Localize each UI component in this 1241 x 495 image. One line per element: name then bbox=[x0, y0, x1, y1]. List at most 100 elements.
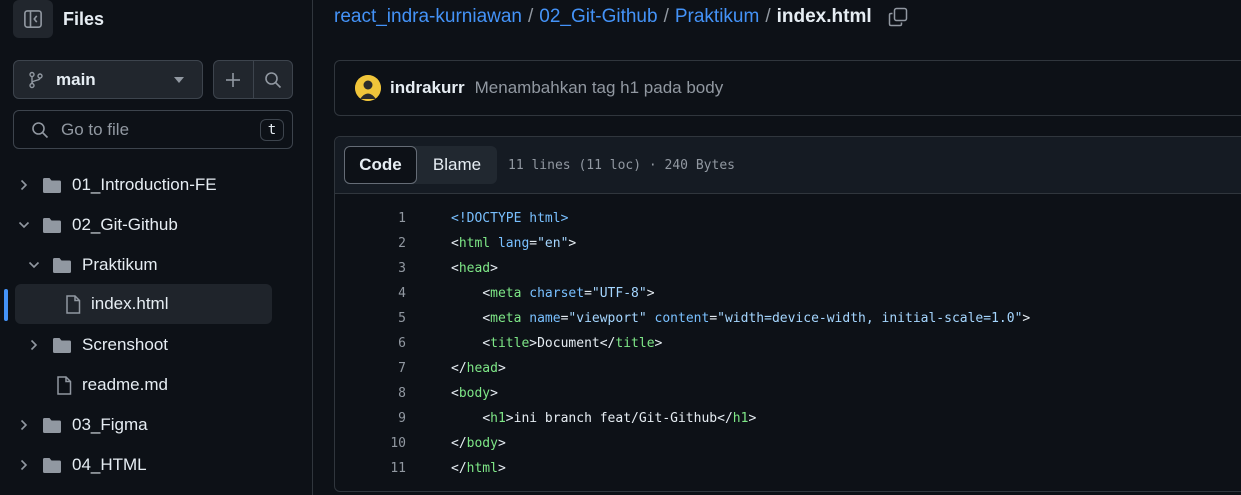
line-source: <head> bbox=[451, 261, 498, 276]
tree-item-label: 01_Introduction-FE bbox=[72, 175, 217, 194]
folder-icon bbox=[42, 177, 62, 194]
line-number[interactable]: 1 bbox=[335, 211, 406, 226]
tree-item-label: Screnshoot bbox=[82, 335, 168, 354]
search-code-button[interactable] bbox=[252, 61, 293, 98]
caret-down-icon bbox=[174, 76, 184, 83]
tree-item-label: readme.md bbox=[82, 375, 168, 394]
tab-blame[interactable]: Blame bbox=[417, 146, 497, 184]
breadcrumb-repo-link[interactable]: react_indra-kurniawan bbox=[334, 6, 522, 28]
user-avatar-icon bbox=[355, 75, 381, 101]
chevron-down-icon bbox=[16, 221, 32, 229]
line-number[interactable]: 7 bbox=[335, 361, 406, 376]
code-line: 8 <body> bbox=[335, 381, 1241, 406]
tree-item-01-introduction-fe[interactable]: 01_Introduction-FE bbox=[16, 165, 271, 205]
folder-open-icon bbox=[52, 257, 72, 274]
code-line: 5 <meta name="viewport" content="width=d… bbox=[335, 306, 1241, 331]
chevron-right-icon bbox=[16, 179, 32, 191]
branch-name: main bbox=[56, 69, 96, 89]
tree-item-label: index.html bbox=[91, 294, 169, 313]
go-to-file-input[interactable]: Go to file t bbox=[13, 110, 293, 149]
line-number[interactable]: 2 bbox=[335, 236, 406, 251]
tree-item-readme-md[interactable]: readme.md bbox=[26, 365, 271, 405]
line-source: <html lang="en"> bbox=[451, 236, 577, 251]
breadcrumb-current-file: index.html bbox=[776, 6, 872, 27]
sidebar-title: Files bbox=[63, 9, 105, 29]
tree-item-label: 04_HTML bbox=[72, 455, 147, 474]
code-line: 3 <head> bbox=[335, 256, 1241, 281]
code-viewer-header: Code Blame 11 lines (11 loc) · 240 Bytes bbox=[335, 137, 1241, 194]
line-number[interactable]: 4 bbox=[335, 286, 406, 301]
plus-icon bbox=[226, 72, 241, 87]
view-mode-toggle: Code Blame bbox=[344, 146, 497, 184]
line-number[interactable]: 3 bbox=[335, 261, 406, 276]
breadcrumb-folder-link[interactable]: Praktikum bbox=[675, 6, 759, 28]
avatar[interactable] bbox=[355, 75, 381, 101]
code-lines: 1 <!DOCTYPE html> 2 <html lang="en"> 3 <head>… bbox=[335, 194, 1241, 481]
search-icon bbox=[264, 71, 281, 88]
go-to-file-placeholder: Go to file bbox=[61, 119, 130, 139]
commit-message-link[interactable]: Menambahkan tag h1 pada body bbox=[475, 78, 724, 98]
tree-item-02-git-github[interactable]: 02_Git-Github bbox=[16, 205, 271, 245]
code-line: 6 <title>Document</title> bbox=[335, 331, 1241, 356]
line-number[interactable]: 5 bbox=[335, 311, 406, 326]
line-source: </html> bbox=[451, 461, 506, 476]
breadcrumb-folder-link[interactable]: 02_Git-Github bbox=[539, 6, 657, 28]
breadcrumb: react_indra-kurniawan / 02_Git-Github / … bbox=[334, 6, 908, 28]
search-icon bbox=[32, 121, 49, 138]
commit-author-link[interactable]: indrakurr bbox=[390, 78, 465, 98]
file-icon bbox=[56, 375, 72, 395]
chevron-right-icon bbox=[16, 459, 32, 471]
line-source: <meta charset="UTF-8"> bbox=[482, 286, 655, 301]
tree-item-label: 02_Git-Github bbox=[72, 215, 178, 234]
copy-path-button[interactable] bbox=[888, 7, 908, 27]
line-source: <meta name="viewport" content="width=dev… bbox=[482, 311, 1031, 326]
tree-item-praktikum[interactable]: Praktikum bbox=[26, 245, 271, 285]
chevron-down-icon bbox=[26, 261, 42, 269]
line-source: <!DOCTYPE html> bbox=[451, 211, 569, 226]
latest-commit-box: indrakurr Menambahkan tag h1 pada body bbox=[334, 60, 1241, 116]
line-number[interactable]: 10 bbox=[335, 436, 406, 451]
code-line: 4 <meta charset="UTF-8"> bbox=[335, 281, 1241, 306]
add-file-button[interactable] bbox=[214, 61, 253, 98]
line-number[interactable]: 11 bbox=[335, 461, 406, 476]
breadcrumb-separator: / bbox=[528, 6, 534, 27]
line-source: <title>Document</title> bbox=[482, 336, 663, 351]
file-actions-group bbox=[213, 60, 293, 99]
line-number[interactable]: 6 bbox=[335, 336, 406, 351]
line-number[interactable]: 8 bbox=[335, 386, 406, 401]
line-source: </body> bbox=[451, 436, 506, 451]
file-icon bbox=[65, 294, 81, 314]
code-line: 11 </html> bbox=[335, 456, 1241, 481]
line-source: <body> bbox=[451, 386, 498, 401]
breadcrumb-separator: / bbox=[663, 6, 669, 27]
collapse-sidebar-button[interactable] bbox=[13, 0, 53, 38]
chevron-right-icon bbox=[16, 419, 32, 431]
shortcut-key-badge: t bbox=[260, 118, 284, 141]
folder-open-icon bbox=[42, 217, 62, 234]
git-branch-icon bbox=[29, 71, 43, 88]
tree-item-04-html[interactable]: 04_HTML bbox=[16, 445, 271, 485]
tree-item-screnshoot[interactable]: Screnshoot bbox=[26, 325, 271, 365]
chevron-right-icon bbox=[26, 339, 42, 351]
breadcrumb-separator: / bbox=[765, 6, 771, 27]
tree-item-label: Praktikum bbox=[82, 255, 158, 274]
selected-indicator bbox=[4, 289, 8, 321]
folder-icon bbox=[42, 417, 62, 434]
copy-icon bbox=[888, 7, 907, 27]
tab-code[interactable]: Code bbox=[344, 146, 417, 184]
code-line: 9 <h1>ini branch feat/Git-Github</h1> bbox=[335, 406, 1241, 431]
code-viewer: Code Blame 11 lines (11 loc) · 240 Bytes… bbox=[334, 136, 1241, 492]
code-line: 7 </head> bbox=[335, 356, 1241, 381]
line-source: </head> bbox=[451, 361, 506, 376]
tree-item-index-html[interactable]: index.html bbox=[15, 284, 272, 324]
file-tree-sidebar: Files main Go to file t 01_Introduction-… bbox=[0, 0, 313, 495]
tree-item-label: 03_Figma bbox=[72, 415, 148, 434]
sidebar-collapse-icon bbox=[24, 10, 42, 28]
code-line: 2 <html lang="en"> bbox=[335, 231, 1241, 256]
code-line: 1 <!DOCTYPE html> bbox=[335, 206, 1241, 231]
tree-item-03-figma[interactable]: 03_Figma bbox=[16, 405, 271, 445]
line-source: <h1>ini branch feat/Git-Github</h1> bbox=[482, 411, 757, 426]
file-info: 11 lines (11 loc) · 240 Bytes bbox=[508, 157, 735, 173]
line-number[interactable]: 9 bbox=[335, 411, 406, 426]
branch-selector[interactable]: main bbox=[13, 60, 203, 99]
